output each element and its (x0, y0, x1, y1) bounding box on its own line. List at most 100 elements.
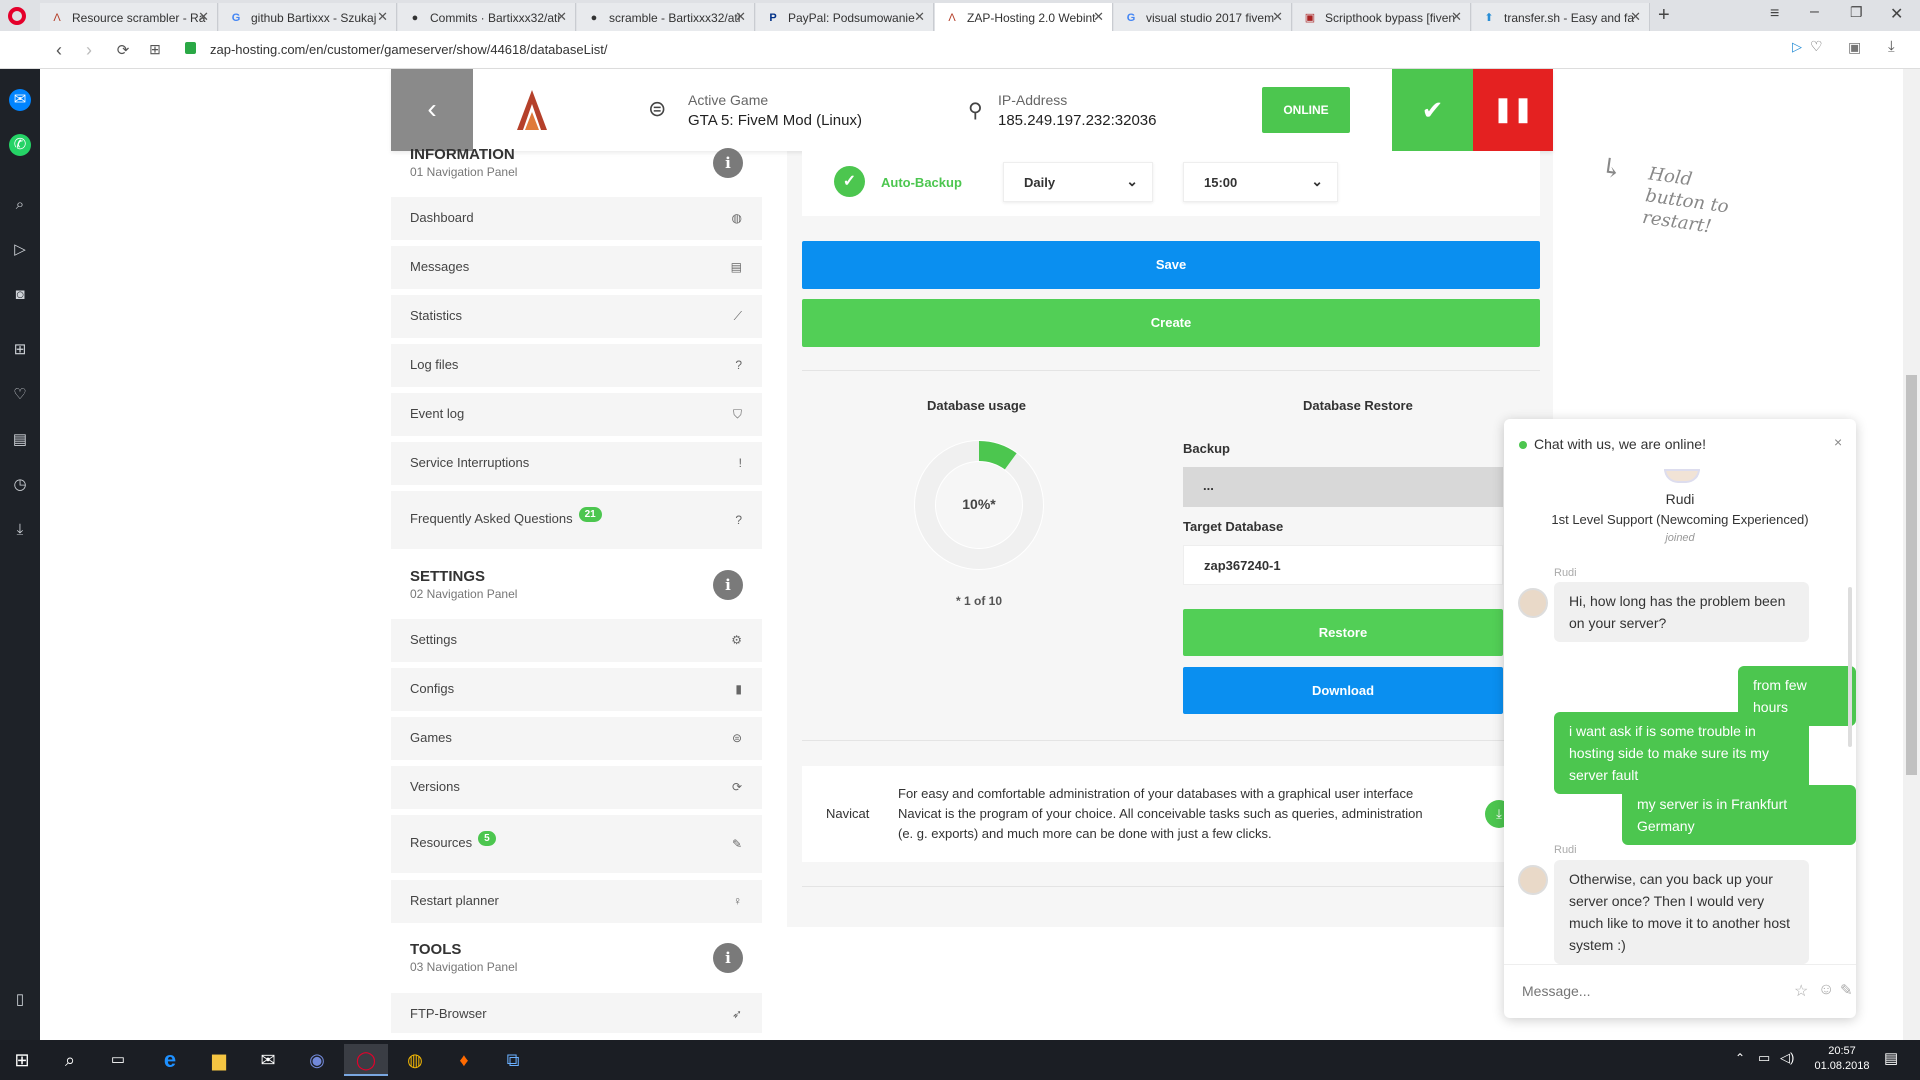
volume-icon[interactable]: ◁) (1780, 1050, 1794, 1066)
history-icon[interactable]: ◷ (9, 474, 31, 496)
nav-item-messages[interactable]: Messages ▤ (391, 246, 762, 289)
close-window-button[interactable]: ✕ (1890, 4, 1903, 24)
discord-icon[interactable]: ◉ (295, 1044, 339, 1076)
mail-icon[interactable]: ✉ (246, 1044, 290, 1076)
browser-tab[interactable]: Ggithub Bartixxx - Szukaj ✕ (219, 3, 397, 31)
nav-item-event-log[interactable]: Event log ⛉ (391, 393, 762, 436)
nav-item-ftp-browser[interactable]: FTP-Browser ➶ (391, 993, 762, 1033)
nav-item-settings[interactable]: Settings ⚙ (391, 619, 762, 662)
close-icon[interactable]: × (1834, 434, 1842, 450)
backup-frequency-select[interactable]: Daily ⌄ (1003, 162, 1153, 202)
speed-dial-icon[interactable]: ⊞ (144, 41, 166, 58)
info-icon[interactable]: i (713, 943, 743, 973)
opera-menu-icon[interactable] (8, 7, 26, 25)
chat-widget: Chat with us, we are online! × Rudi 1st … (1504, 419, 1856, 1018)
auto-backup-check-icon[interactable]: ✓ (834, 166, 865, 197)
tab-close-icon[interactable]: ✕ (735, 9, 746, 25)
speed-dial-icon[interactable]: ⊞ (9, 339, 31, 361)
browser-tab-active[interactable]: Λ ZAP-Hosting 2.0 Webint ✕ (935, 3, 1113, 31)
star-icon[interactable]: ☆ (1794, 981, 1808, 1001)
microphone-icon[interactable]: ♦ (442, 1044, 486, 1076)
create-button[interactable]: Create (802, 299, 1540, 347)
browser-tab[interactable]: ● scramble - Bartixxx32/ati ✕ (577, 3, 755, 31)
nav-item-service-interruptions[interactable]: Service Interruptions! (391, 442, 762, 485)
tab-close-icon[interactable]: ✕ (377, 9, 388, 25)
download-icon[interactable]: ⤓ (1888, 38, 1895, 55)
stop-server-button[interactable]: ❚❚ (1473, 69, 1553, 151)
tab-close-icon[interactable]: ✕ (1093, 9, 1104, 25)
heart-icon[interactable]: ♡ (9, 384, 31, 406)
camera-icon[interactable]: ◙ (9, 284, 31, 306)
whatsapp-icon[interactable]: ✆ (9, 134, 31, 156)
search-icon[interactable]: ⌕ (9, 194, 31, 216)
emoji-icon[interactable]: ☺ (1818, 981, 1834, 999)
nav-item-configs[interactable]: Configs ▮ (391, 668, 762, 711)
tab-close-icon[interactable]: ✕ (198, 9, 209, 25)
file-explorer-icon[interactable]: ▆ (197, 1044, 241, 1076)
page-scrollbar-thumb[interactable] (1906, 375, 1917, 775)
download-button[interactable]: Download (1183, 667, 1503, 714)
tab-close-icon[interactable]: ✕ (556, 9, 567, 25)
nav-item-restart-planner[interactable]: Restart planner ♀ (391, 880, 762, 923)
browser-tab[interactable]: ● Commits · Bartixxx32/ati ✕ (398, 3, 576, 31)
backup-time-select[interactable]: 15:00 ⌄ (1183, 162, 1338, 202)
back-arrow-icon[interactable]: ‹ (48, 40, 70, 61)
browser-tab[interactable]: Gvisual studio 2017 fivem ✕ (1114, 3, 1292, 31)
nav-item-versions[interactable]: Versions ⟳ (391, 766, 762, 809)
windows-start-icon[interactable]: ⊞ (0, 1044, 44, 1076)
attachment-icon[interactable]: ✎ (1840, 981, 1853, 999)
tab-menu-icon[interactable]: ≡ (1770, 5, 1779, 23)
tab-close-icon[interactable]: ✕ (914, 9, 925, 25)
target-database-field[interactable]: zap367240-1 (1183, 545, 1503, 585)
send-icon[interactable]: ▷ (1792, 39, 1802, 55)
save-button[interactable]: Save (802, 241, 1540, 289)
nav-item-games[interactable]: Games ⊜ (391, 717, 762, 760)
bookmark-heart-icon[interactable]: ♡ (1810, 38, 1823, 55)
browser-tab[interactable]: ⬆ transfer.sh - Easy and fa ✕ (1472, 3, 1650, 31)
nav-item-dashboard[interactable]: Dashboard ◍ (391, 197, 762, 240)
search-icon[interactable]: ⌕ (48, 1044, 92, 1076)
url-input[interactable]: zap-hosting.com/en/customer/gameserver/s… (178, 37, 1776, 63)
back-button[interactable]: ‹ (391, 69, 473, 151)
clock[interactable]: 20:57 01.08.2018 (1812, 1044, 1872, 1074)
browser-tab[interactable]: Λ Resource scrambler - Ra ✕ (40, 3, 218, 31)
news-icon[interactable]: ▤ (9, 429, 31, 451)
tab-close-icon[interactable]: ✕ (1272, 9, 1283, 25)
reload-icon[interactable]: ⟳ (112, 41, 134, 59)
network-app-icon[interactable]: ⧉ (491, 1044, 535, 1076)
messenger-icon[interactable]: ✉ (9, 89, 31, 111)
new-tab-button[interactable]: + (1658, 4, 1670, 27)
nav-item-resources[interactable]: Resources 5 ✎ (391, 815, 762, 873)
forward-arrow-icon[interactable]: › (78, 40, 100, 61)
action-center-icon[interactable]: ▤ (1884, 1049, 1898, 1067)
hearthstone-icon[interactable]: ◍ (393, 1044, 437, 1076)
sidebar-toggle-icon[interactable]: ▯ (9, 989, 31, 1011)
tray-chevron-up-icon[interactable]: ⌃ (1735, 1051, 1745, 1065)
tab-close-icon[interactable]: ✕ (1451, 9, 1462, 25)
info-icon[interactable]: i (713, 570, 743, 600)
nav-item-log-files[interactable]: Log files? (391, 344, 762, 387)
chat-message-input[interactable] (1522, 974, 1752, 1008)
info-icon[interactable]: i (713, 148, 743, 178)
edge-icon[interactable]: e (148, 1044, 192, 1076)
network-icon[interactable]: ▭ (1758, 1050, 1770, 1066)
browser-tab[interactable]: ▣ Scripthook bypass [fiven ✕ (1293, 3, 1471, 31)
chat-scrollbar[interactable] (1848, 587, 1852, 747)
snapshot-icon[interactable]: ▣ (1848, 39, 1861, 56)
browser-tab[interactable]: P PayPal: Podsumowanie ✕ (756, 3, 934, 31)
downloads-icon[interactable]: ⤓ (9, 519, 31, 541)
opera-taskbar-icon[interactable]: ◯ (344, 1044, 388, 1076)
start-server-button[interactable]: ✔ (1392, 69, 1473, 151)
restore-button[interactable]: Restore (1183, 609, 1503, 656)
nav-item-faq[interactable]: Frequently Asked Questions 21? (391, 491, 762, 549)
minimize-button[interactable]: – (1810, 3, 1819, 21)
backup-select[interactable]: ... (1183, 467, 1503, 507)
dashboard-icon: ◍ (731, 211, 742, 225)
maximize-button[interactable]: ❐ (1850, 4, 1863, 21)
task-view-icon[interactable]: ▭ (96, 1044, 140, 1076)
nav-item-statistics[interactable]: Statistics ⟋ (391, 295, 762, 338)
server-status-button[interactable]: ONLINE (1262, 87, 1350, 133)
online-indicator-icon (1519, 441, 1527, 449)
send-icon[interactable]: ▷ (9, 239, 31, 261)
tab-close-icon[interactable]: ✕ (1630, 9, 1641, 25)
